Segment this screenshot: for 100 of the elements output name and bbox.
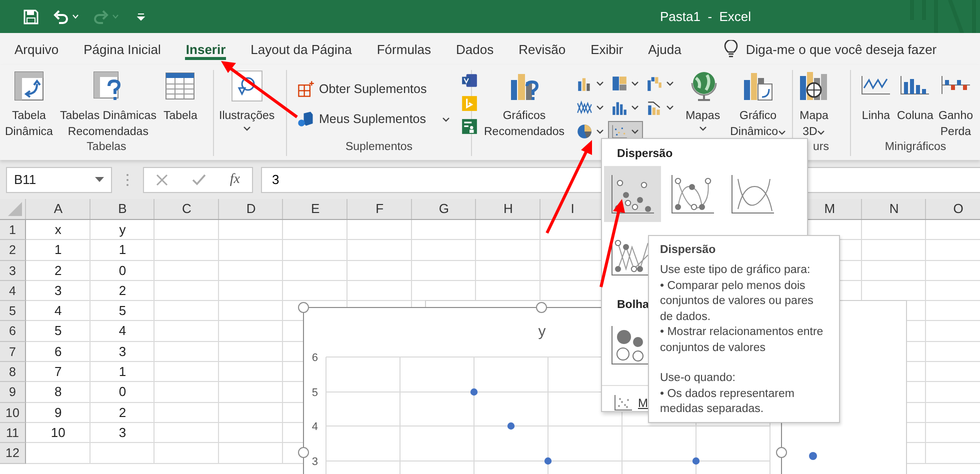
row-header[interactable]: 4 (0, 280, 26, 302)
ribbon-tab[interactable]: Página Inicial (71, 33, 174, 65)
ribbon-tab[interactable]: Layout da Página (238, 33, 364, 65)
redo-icon (93, 8, 109, 24)
row-header[interactable]: 5 (0, 301, 26, 322)
ribbon-button[interactable]: Mapas (684, 70, 722, 131)
table-cell-text: 2 (118, 282, 128, 300)
resize-handle[interactable] (536, 302, 547, 313)
column-chart-icon (576, 75, 593, 92)
column-header[interactable]: I (540, 199, 605, 219)
drag-handle-icon[interactable] (126, 172, 129, 186)
ribbon-button[interactable]: Tabelas Dinâmicas Recomendadas (58, 70, 158, 140)
name-box[interactable]: B11 (6, 166, 112, 192)
caret-icon (630, 129, 639, 134)
table-cell-text: 4 (118, 322, 128, 340)
ribbon-button[interactable]: Meus Suplementos (297, 110, 450, 128)
waterfall-chart-icon (646, 75, 663, 92)
tooltip-title: Dispersão (660, 244, 717, 256)
caret-icon (72, 14, 79, 19)
ribbon-tab[interactable]: Revisão (506, 33, 578, 65)
search-field[interactable]: Diga-me o que você deseja fazer (746, 42, 956, 56)
ribbon-tab[interactable]: Dados (444, 33, 506, 65)
column-header[interactable]: F (347, 199, 412, 219)
scatter-chart-icon (610, 173, 656, 215)
axis-tick-label: 5 (312, 387, 318, 399)
ribbon-button[interactable]: Gráfico Dinâmico (728, 70, 788, 140)
tooltip-text: Use este tipo de gráfico para: • Comparar pelo menos dois conjuntos de valores ou pares de dados. • Mostrar relacionamentos entre conjuntos de valores (660, 263, 824, 356)
ribbon-button[interactable]: Ganho Perda (937, 70, 974, 140)
ribbon-tab[interactable]: Arquivo (2, 33, 72, 65)
cubes-icon (297, 110, 315, 128)
resize-handle[interactable] (776, 447, 787, 458)
combo-chart-icon (646, 99, 663, 116)
menu-section-title: Dispersão (616, 147, 673, 162)
table-cell-text: 9 (54, 404, 63, 422)
row-header[interactable]: 11 (0, 422, 26, 444)
app-button[interactable] (460, 71, 480, 90)
column-header[interactable]: H (476, 199, 540, 219)
data-point (470, 388, 478, 396)
cancel-icon[interactable] (156, 174, 168, 186)
table-cell-text: 2 (118, 404, 128, 422)
caret-icon (666, 105, 674, 110)
people-graph-icon (461, 118, 478, 135)
ribbon-tab[interactable]: Ajuda (636, 33, 694, 65)
row-header[interactable]: 2 (0, 240, 26, 261)
chart-title: y (538, 323, 546, 340)
caret-icon (630, 105, 639, 110)
ribbon-button[interactable]: Tabela Dinâmica (3, 70, 55, 140)
table-cell-text: 5 (54, 322, 63, 340)
row-header[interactable]: 10 (0, 402, 26, 423)
ribbon-button[interactable]: Linha (859, 70, 893, 124)
column-header[interactable]: D (218, 199, 284, 219)
ribbon-button[interactable]: Tabela (161, 70, 200, 124)
map-app-icon (461, 95, 478, 112)
ribbon-button[interactable]: Ilustrações (217, 70, 277, 131)
row-header[interactable]: 9 (0, 382, 26, 403)
row-header[interactable]: 7 (0, 342, 26, 362)
column-header[interactable]: G (412, 199, 476, 219)
row-header[interactable]: 1 (0, 220, 26, 240)
lightbulb-icon (724, 40, 738, 58)
column-header[interactable]: N (862, 199, 926, 219)
scatter-chart-icon (610, 123, 628, 140)
table-cell-text: 1 (118, 241, 128, 260)
axis-tick-label: 4 (312, 421, 318, 433)
ribbon-tab[interactable]: Exibir (578, 33, 636, 65)
app-button[interactable] (460, 117, 480, 136)
undo-icon (53, 8, 69, 24)
column-header[interactable]: C (154, 199, 219, 219)
table-cell-text: 6 (54, 342, 63, 361)
ribbon-button[interactable]: Gráficos Recomendados (482, 70, 567, 140)
column-header[interactable]: B (90, 199, 155, 219)
table-cell-text: 1 (118, 363, 128, 382)
row-header[interactable]: 3 (0, 260, 26, 281)
ribbon-tab[interactable]: Fórmulas (364, 33, 444, 65)
ribbon-button[interactable]: Coluna (896, 70, 934, 124)
curve-chart-icon (730, 173, 776, 215)
group-label: urs (812, 141, 830, 155)
ribbon-button[interactable]: Mapa 3D (796, 70, 832, 140)
data-point (544, 457, 552, 465)
row-header[interactable]: 12 (0, 443, 26, 464)
column-header[interactable]: E (283, 199, 348, 219)
ribbon-button[interactable]: Obter Suplementos (297, 80, 450, 98)
row-header[interactable]: 6 (0, 321, 26, 342)
more-charts-link[interactable]: M (638, 396, 648, 410)
column-header[interactable]: A (26, 199, 90, 219)
table-cell-text: 1 (54, 241, 63, 260)
histogram-chart-icon (610, 99, 628, 116)
check-icon[interactable] (192, 174, 206, 186)
resize-handle[interactable] (298, 302, 309, 313)
table-cell-text: 3 (54, 282, 63, 300)
resize-handle[interactable] (298, 447, 309, 458)
data-point (692, 457, 700, 465)
chart-type-option[interactable] (604, 166, 661, 222)
column-header[interactable]: O (926, 199, 980, 219)
row-header[interactable]: 8 (0, 362, 26, 382)
dropdown-arrow-icon (95, 177, 104, 182)
insert-function-button[interactable]: fx (230, 172, 240, 188)
ribbon-tab[interactable]: Inserir (173, 33, 238, 65)
caret-icon (596, 129, 604, 134)
table-cell-text: 3 (118, 424, 128, 442)
chart-arrows-icon (742, 70, 774, 102)
